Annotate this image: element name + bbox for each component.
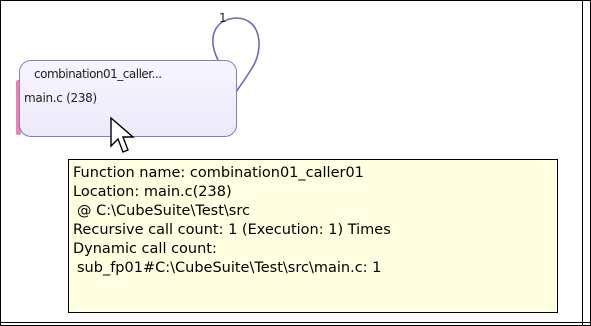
recursive-call-count-label: 1 — [219, 11, 227, 25]
tooltip-location: Location: main.c(238) — [73, 184, 232, 200]
arrow-cursor-icon — [110, 116, 135, 153]
function-tooltip: Function name: combination01_caller01 Lo… — [68, 159, 558, 313]
panel-border-right — [582, 0, 583, 326]
function-node-title: combination01_caller... — [34, 67, 162, 81]
function-node-location: main.c (238) — [24, 91, 97, 105]
tooltip-dynamic-value: sub_fp01#C:\CubeSuite\Test\src\main.c: 1 — [77, 260, 382, 276]
tooltip-function-name: Function name: combination01_caller01 — [73, 165, 364, 181]
tooltip-dynamic-label: Dynamic call count: — [73, 241, 217, 257]
tooltip-path: @ C:\CubeSuite\Test\src — [77, 203, 250, 219]
tooltip-recursive-count: Recursive call count: 1 (Execution: 1) T… — [73, 222, 391, 238]
panel-border-bottom — [0, 322, 591, 323]
